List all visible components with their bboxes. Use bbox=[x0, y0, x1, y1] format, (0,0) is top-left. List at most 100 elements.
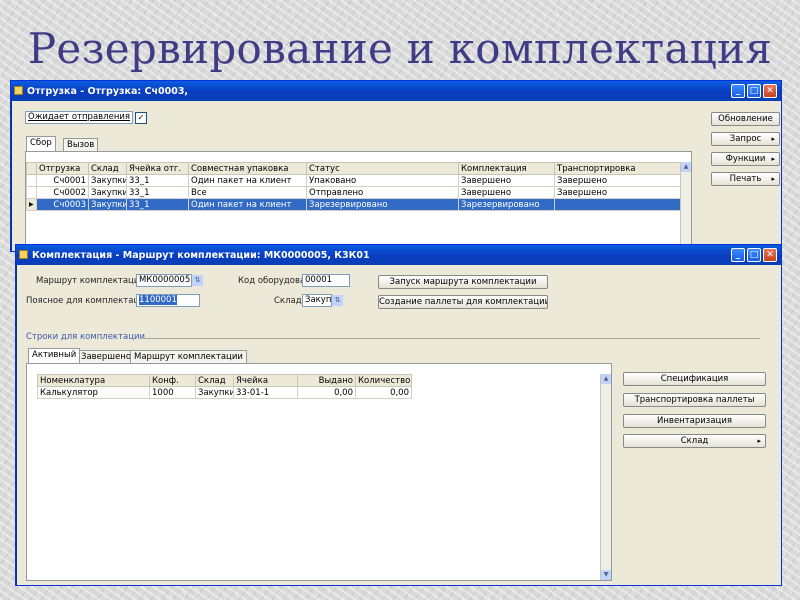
table-cell: Завершено bbox=[554, 174, 682, 187]
column-header[interactable]: Склад bbox=[88, 162, 127, 175]
row-indicator bbox=[26, 186, 37, 199]
table-cell: Зарезервировано bbox=[306, 198, 459, 211]
chevron-right-icon: ▸ bbox=[771, 175, 775, 183]
window-icon bbox=[19, 250, 28, 259]
column-header[interactable]: Комплектация bbox=[458, 162, 555, 175]
table-cell: 0,00 bbox=[297, 386, 356, 399]
table-row-selected[interactable]: ▶ Сч0003 Закупки 33_1 Один пакет на клие… bbox=[26, 198, 682, 211]
tab-completed[interactable]: Завершено bbox=[77, 350, 136, 363]
lookup-icon[interactable]: ⇅ bbox=[332, 295, 343, 306]
pallet-transport-button-label: Транспортировка паллеты bbox=[634, 395, 755, 405]
column-header[interactable]: Отгрузка bbox=[36, 162, 89, 175]
warehouse-button-label: Склад bbox=[680, 436, 709, 446]
status-checkbox[interactable]: ✓ bbox=[135, 112, 147, 124]
scroll-up-icon[interactable]: ▲ bbox=[681, 162, 691, 172]
table-cell: Закупки bbox=[195, 386, 234, 399]
minimize-icon[interactable]: _ bbox=[731, 84, 745, 98]
picking-window-titlebar: Комплектация - Маршрут комплектации: МК0… bbox=[16, 245, 781, 265]
print-button[interactable]: Печать ▸ bbox=[711, 172, 780, 186]
shipment-grid-panel: Отгрузка Склад Ячейка отг. Совместная уп… bbox=[25, 151, 692, 251]
column-header[interactable]: Ячейка bbox=[233, 374, 298, 387]
zone2-input-value: 1100001 bbox=[139, 295, 177, 305]
scroll-down-icon[interactable]: ▼ bbox=[601, 570, 611, 580]
picking-grid-panel: Номенклатура Конф. Склад Ячейка Выдано К… bbox=[26, 363, 612, 581]
table-cell: Один пакет на клиент bbox=[188, 198, 307, 211]
table-cell: Зарезервировано bbox=[458, 198, 555, 211]
column-header[interactable]: Склад bbox=[195, 374, 234, 387]
create-pallet-button[interactable]: Создание паллеты для комплектации bbox=[378, 295, 548, 309]
tab-completed-label: Завершено bbox=[81, 352, 132, 362]
column-header[interactable]: Статус bbox=[306, 162, 459, 175]
chevron-right-icon: ▸ bbox=[771, 135, 775, 143]
print-button-label: Печать bbox=[729, 174, 762, 184]
maximize-icon[interactable]: □ bbox=[747, 84, 761, 98]
table-row[interactable]: Сч0001 Закупки 33_1 Один пакет на клиент… bbox=[26, 174, 682, 187]
shipment-window: Отгрузка - Отгрузка: Сч0003, _ □ ✕ Ожида… bbox=[10, 80, 782, 252]
column-header[interactable]: Транспортировка bbox=[554, 162, 682, 175]
status-select-value: Ожидает отправления bbox=[28, 112, 131, 122]
column-header[interactable]: Конф. bbox=[149, 374, 196, 387]
table-cell: 0,00 bbox=[355, 386, 412, 399]
table-cell: 33_1 bbox=[126, 198, 189, 211]
table-cell: 33_1 bbox=[126, 186, 189, 199]
table-cell: Калькулятор bbox=[37, 386, 150, 399]
picking-grid-scrollbar[interactable]: ▲ ▼ bbox=[600, 374, 611, 580]
start-route-button-label: Запуск маршрута комплектации bbox=[389, 277, 537, 287]
tab-call[interactable]: Вызов bbox=[63, 138, 99, 151]
maximize-icon[interactable]: □ bbox=[747, 248, 761, 262]
tab-collect[interactable]: Сбор bbox=[26, 136, 56, 151]
query-button[interactable]: Запрос ▸ bbox=[711, 132, 780, 146]
table-cell: Все bbox=[188, 186, 307, 199]
status-select[interactable]: Ожидает отправления bbox=[25, 111, 133, 124]
tab-route[interactable]: Маршрут комплектации bbox=[130, 350, 247, 363]
table-row[interactable]: Калькулятор 1000 Закупки 33-01-1 0,00 0,… bbox=[37, 386, 412, 399]
functions-button[interactable]: Функции ▸ bbox=[711, 152, 780, 166]
route-label: Маршрут комплектации: bbox=[36, 276, 148, 286]
zone-input[interactable]: 00001 bbox=[302, 274, 350, 287]
column-header[interactable]: Ячейка отг. bbox=[126, 162, 189, 175]
warehouse-input[interactable]: Закупки bbox=[302, 294, 332, 307]
query-button-label: Запрос bbox=[729, 134, 762, 144]
specification-button[interactable]: Спецификация bbox=[623, 372, 766, 386]
window-icon bbox=[14, 86, 23, 95]
table-row[interactable]: Сч0002 Закупки 33_1 Все Отправлено Завер… bbox=[26, 186, 682, 199]
column-header[interactable]: Совместная упаковка bbox=[188, 162, 307, 175]
table-cell: Завершено bbox=[458, 186, 555, 199]
close-icon[interactable]: ✕ bbox=[763, 248, 777, 262]
column-header[interactable]: Номенклатура bbox=[37, 374, 150, 387]
pallet-transport-button[interactable]: Транспортировка паллеты bbox=[623, 393, 766, 407]
refresh-button[interactable]: Обновление bbox=[711, 112, 780, 126]
shipment-window-titlebar: Отгрузка - Отгрузка: Сч0003, _ □ ✕ bbox=[11, 81, 781, 101]
table-cell: 1000 bbox=[149, 386, 196, 399]
minimize-icon[interactable]: _ bbox=[731, 248, 745, 262]
column-header[interactable]: Количество bbox=[355, 374, 412, 387]
section-divider bbox=[140, 338, 760, 339]
shipment-grid-scrollbar[interactable]: ▲ bbox=[680, 162, 691, 250]
scroll-up-icon[interactable]: ▲ bbox=[601, 374, 611, 384]
start-route-button[interactable]: Запуск маршрута комплектации bbox=[378, 275, 548, 289]
table-cell: Упаковано bbox=[306, 174, 459, 187]
zone2-label: Поясное для комплектации: bbox=[26, 296, 154, 306]
table-cell: Отправлено bbox=[306, 186, 459, 199]
column-header[interactable]: Выдано bbox=[297, 374, 356, 387]
table-cell: Завершено bbox=[458, 174, 555, 187]
picking-table: Номенклатура Конф. Склад Ячейка Выдано К… bbox=[37, 374, 412, 399]
lookup-icon[interactable]: ⇅ bbox=[192, 275, 203, 286]
warehouse-button[interactable]: Склад ▸ bbox=[623, 434, 766, 448]
row-indicator-header bbox=[26, 162, 37, 175]
tab-active[interactable]: Активный bbox=[28, 348, 81, 363]
inventory-button[interactable]: Инвентаризация bbox=[623, 414, 766, 428]
functions-button-label: Функции bbox=[725, 154, 766, 164]
chevron-right-icon: ▸ bbox=[771, 155, 775, 163]
slide-title: Резервирование и комплектация bbox=[27, 24, 773, 73]
zone2-input[interactable]: 1100001 bbox=[136, 294, 200, 307]
close-icon[interactable]: ✕ bbox=[763, 84, 777, 98]
table-cell: 33-01-1 bbox=[233, 386, 298, 399]
refresh-button-label: Обновление bbox=[718, 114, 773, 124]
table-cell: Завершено bbox=[554, 186, 682, 199]
row-indicator-arrow-icon: ▶ bbox=[26, 198, 37, 211]
picking-window: Комплектация - Маршрут комплектации: МК0… bbox=[15, 244, 782, 586]
tab-route-label: Маршрут комплектации bbox=[134, 352, 243, 362]
table-cell: Закупки bbox=[88, 174, 127, 187]
route-input[interactable]: МК0000005 bbox=[136, 274, 192, 287]
